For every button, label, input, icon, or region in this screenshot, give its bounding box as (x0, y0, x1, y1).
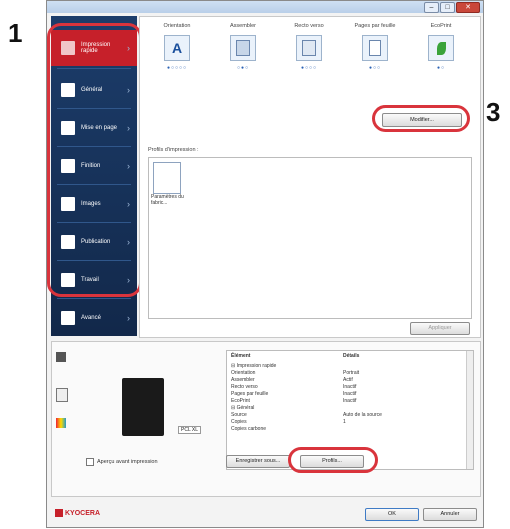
title-bar: – □ ✕ (47, 1, 483, 13)
save-as-button[interactable]: Enregistrer sous... (226, 455, 290, 468)
window-controls: – □ ✕ (424, 2, 480, 13)
table-row: Orientation Portrait (231, 370, 360, 376)
table-row: Assembler Actif (231, 377, 353, 383)
ecoprint-icon (428, 35, 454, 61)
color-icon[interactable] (56, 418, 66, 428)
advanced-icon (61, 311, 75, 325)
summary-panel: PCL XL Élément Détails ⊟ Impression rapid… (51, 341, 481, 497)
table-row: Source Auto de la source (231, 412, 382, 418)
minimize-button[interactable]: – (424, 2, 439, 13)
profile-document-icon[interactable] (153, 162, 181, 194)
close-button[interactable]: ✕ (456, 2, 480, 13)
cancel-button[interactable]: Annuler (423, 508, 477, 521)
option-label: Pages par feuille (354, 23, 396, 29)
option-orientation[interactable]: Orientation A ●○○○○ (146, 23, 208, 71)
table-row: Recto verso Inactif (231, 384, 357, 390)
modify-highlight (372, 105, 470, 132)
preview-checkbox-label: Aperçu avant impression (97, 459, 158, 465)
table-scrollbar[interactable] (466, 351, 473, 469)
preview-checkbox[interactable] (86, 458, 94, 466)
option-ecoprint[interactable]: EcoPrint ●○ (410, 23, 472, 71)
option-dots: ○●○ (236, 65, 250, 71)
kyocera-logo-icon (55, 509, 63, 517)
apply-button[interactable]: Appliquer (410, 322, 470, 335)
printer-image (122, 378, 164, 436)
model-label: PCL XL (178, 426, 202, 434)
table-row: Copies 1 (231, 419, 346, 425)
callout-3: 3 (486, 97, 501, 127)
table-row: EcoPrint Inactif (231, 398, 357, 404)
ok-button[interactable]: OK (365, 508, 419, 521)
sidebar-item-label: Avancé (81, 315, 101, 321)
profiles-list: Paramètres du fabric... (148, 157, 472, 319)
option-duplex[interactable]: Recto verso ●○○○ (278, 23, 340, 71)
collate-icon (230, 35, 256, 61)
chevron-right-icon: › (127, 313, 130, 323)
option-label: Orientation (163, 23, 191, 29)
sidebar-highlight (47, 23, 142, 297)
option-pages-per-sheet[interactable]: Pages par feuille ●○○ (344, 23, 406, 71)
option-label: Assembler (230, 23, 256, 29)
orientation-icon: A (164, 35, 190, 61)
duplex-icon (296, 35, 322, 61)
option-dots: ●○ (436, 65, 446, 71)
printer-icon[interactable] (56, 352, 66, 362)
brand-name: KYOCERA (65, 509, 101, 517)
option-dots: ●○○○○ (166, 65, 188, 71)
profiles-label: Profils d'impression : (148, 147, 199, 153)
table-row: ⊟ Général (231, 405, 255, 411)
profile-item-label[interactable]: Paramètres du fabric... (151, 194, 195, 206)
main-panel: Orientation A ●○○○○ Assembler ○●○ Recto … (139, 16, 481, 338)
table-row: Copies carbone (231, 426, 267, 432)
option-label: Recto verso (294, 23, 324, 29)
option-dots: ●○○ (368, 65, 382, 71)
print-settings-window: – □ ✕ Impression rapide › Général › Mise… (46, 0, 484, 528)
option-collate[interactable]: Assembler ○●○ (212, 23, 274, 71)
option-dots: ●○○○ (300, 65, 318, 71)
column-header-element: Élément (231, 353, 251, 359)
table-row: Pages par feuille Inactif (231, 391, 357, 397)
footer: KYOCERA OK Annuler (47, 501, 483, 527)
preview-checkbox-row[interactable]: Aperçu avant impression (86, 458, 158, 466)
brand-logo: KYOCERA (55, 509, 100, 517)
profiles-highlight (288, 447, 378, 473)
maximize-button[interactable]: □ (440, 2, 455, 13)
option-label: EcoPrint (430, 23, 452, 29)
page-preview-icon[interactable] (56, 388, 68, 402)
callout-1: 1 (8, 18, 23, 48)
table-row: ⊟ Impression rapide (231, 363, 277, 369)
sidebar-item-advanced[interactable]: Avancé › (51, 300, 137, 336)
column-header-details: Détails (343, 353, 360, 359)
pages-per-sheet-icon (362, 35, 388, 61)
